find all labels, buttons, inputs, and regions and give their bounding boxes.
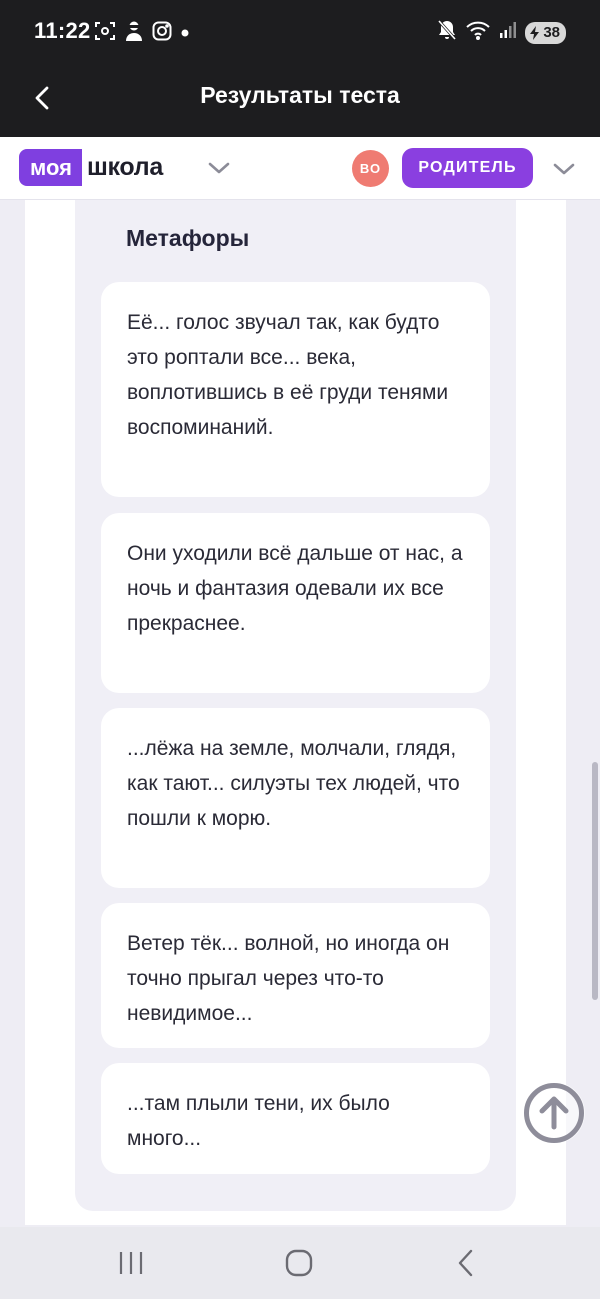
metaphor-text: Её... голос звучал так, как будто это ро… [127, 311, 449, 439]
metaphor-text: ...там плыли тени, их было много... [127, 1092, 390, 1150]
school-logo[interactable]: моя школа [19, 149, 163, 186]
dot-icon [180, 25, 190, 43]
metaphor-card: Её... голос звучал так, как будто это ро… [101, 282, 490, 497]
recent-apps-icon [119, 1252, 143, 1274]
screenshot-icon [94, 20, 116, 47]
status-icons-right: 38 [437, 19, 566, 46]
battery-level: 38 [543, 24, 560, 41]
metaphor-card: ...там плыли тени, их было много... [101, 1063, 490, 1174]
logo-badge: моя [19, 149, 82, 186]
home-button[interactable] [269, 1245, 329, 1281]
metaphor-text: ...лёжа на земле, молчали, глядя, как та… [127, 737, 460, 830]
signal-icon [499, 21, 517, 44]
section-title: Метафоры [126, 225, 250, 251]
metaphor-card: Они уходили всё дальше от нас, а ночь и … [101, 513, 490, 693]
scroll-to-top-button[interactable] [523, 1082, 585, 1144]
metaphor-card: Ветер тёк... волной, но иногда он точно … [101, 903, 490, 1048]
recent-apps-button[interactable] [101, 1245, 161, 1281]
metaphor-card: ...лёжа на земле, молчали, глядя, как та… [101, 708, 490, 888]
metaphor-text: Они уходили всё дальше от нас, а ночь и … [127, 542, 463, 635]
status-time: 11:22 [34, 18, 91, 43]
mute-icon [437, 19, 457, 46]
back-icon [458, 1249, 473, 1277]
instagram-icon [152, 21, 172, 46]
person-icon [124, 20, 144, 47]
role-button[interactable]: РОДИТЕЛЬ [402, 148, 533, 188]
status-bar: 11:22 38 [0, 0, 600, 62]
chevron-down-icon[interactable] [552, 158, 576, 185]
arrow-up-circle-icon [524, 1083, 584, 1143]
avatar[interactable]: ВО [352, 150, 389, 187]
back-nav-button[interactable] [436, 1245, 496, 1281]
system-nav-bar [0, 1227, 600, 1299]
page-title: Результаты теста [200, 82, 400, 108]
metaphor-text: Ветер тёк... волной, но иногда он точно … [127, 932, 450, 1025]
home-icon [285, 1249, 313, 1277]
logo-text: школа [86, 153, 163, 181]
wifi-icon [465, 20, 491, 45]
scrollbar-thumb[interactable] [592, 762, 598, 1000]
status-icons-left [94, 20, 190, 47]
battery-icon: 38 [525, 21, 566, 44]
app-bar: Результаты теста [0, 62, 600, 137]
chevron-down-icon[interactable] [206, 157, 232, 184]
